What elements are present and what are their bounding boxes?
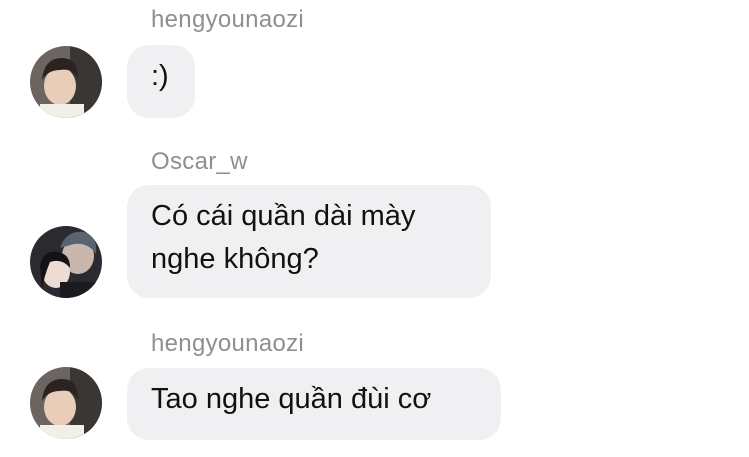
user-avatar[interactable] (30, 367, 102, 439)
message-text-line: Có cái quần dài mày (151, 200, 416, 232)
user-avatar[interactable] (30, 226, 102, 298)
message-bubble[interactable]: :) (127, 45, 195, 118)
sender-name: hengyounaozi (151, 6, 305, 33)
chat-thread: hengyounaozi :) Oscar_w Có cái quần dài … (0, 0, 749, 457)
message-text: Tao nghe quần đùi cơ (151, 383, 432, 415)
sender-name: hengyounaozi (151, 330, 305, 357)
message-bubble[interactable]: Có cái quần dài mày nghe không? (127, 185, 491, 298)
user-avatar[interactable] (30, 46, 102, 118)
message-text-line: nghe không? (151, 243, 319, 275)
sender-name: Oscar_w (151, 148, 248, 175)
message-text: :) (151, 60, 169, 92)
message-bubble[interactable]: Tao nghe quần đùi cơ (127, 368, 501, 440)
